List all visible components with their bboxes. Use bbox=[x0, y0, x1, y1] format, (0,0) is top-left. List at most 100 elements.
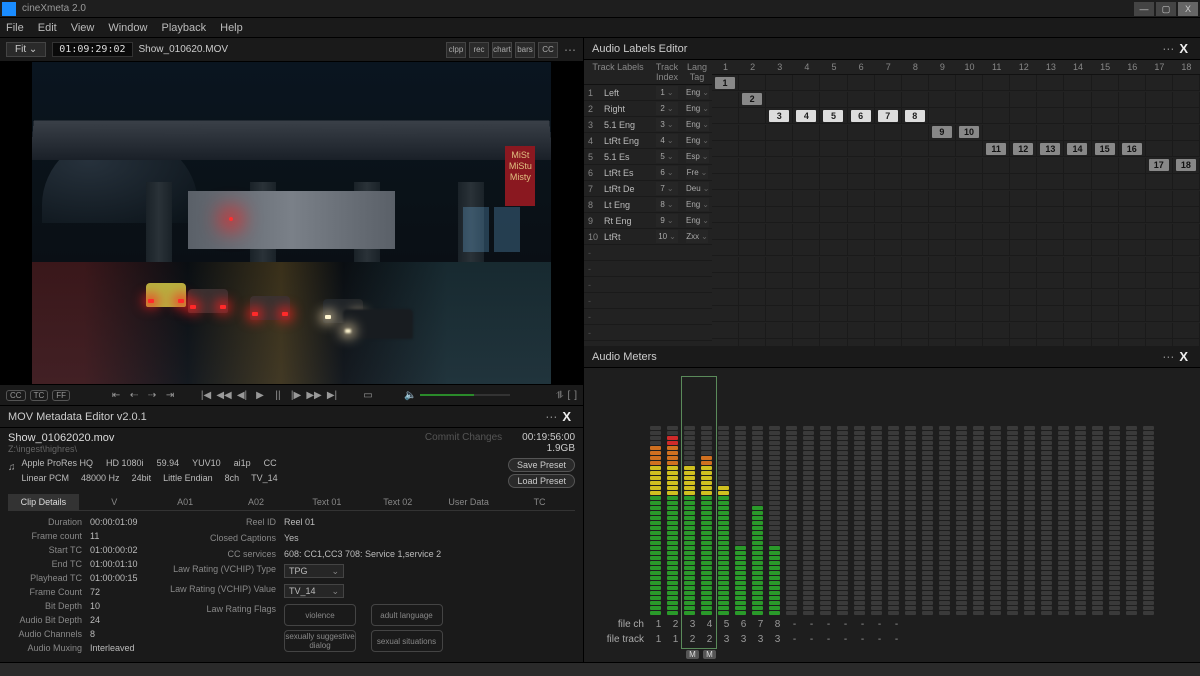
channel-cell[interactable] bbox=[739, 158, 766, 174]
channel-cell[interactable] bbox=[1146, 92, 1173, 108]
channel-cell[interactable] bbox=[1092, 290, 1119, 306]
channel-cell[interactable] bbox=[766, 125, 793, 141]
channel-cell[interactable] bbox=[1010, 224, 1037, 240]
commit-button[interactable]: Commit Changes bbox=[425, 432, 502, 443]
channel-cell[interactable] bbox=[1037, 191, 1064, 207]
rating-flag-sexual-situations[interactable]: sexual situations bbox=[371, 630, 443, 652]
transport-btn-2[interactable]: ⇢ bbox=[144, 388, 160, 402]
channel-cell[interactable] bbox=[902, 306, 929, 322]
metadata-more-button[interactable]: ⋯ bbox=[545, 410, 558, 424]
channel-cell[interactable] bbox=[983, 224, 1010, 240]
channel-cell[interactable] bbox=[902, 273, 929, 289]
channel-cell[interactable]: 5 bbox=[820, 108, 847, 124]
track-label[interactable]: Lt Eng bbox=[604, 200, 630, 210]
channel-cell[interactable] bbox=[929, 174, 956, 190]
channel-cell[interactable] bbox=[902, 224, 929, 240]
track-lang-dropdown[interactable]: Eng bbox=[686, 214, 709, 227]
channel-cell[interactable] bbox=[1037, 158, 1064, 174]
bracket-in-icon[interactable]: [ bbox=[567, 390, 570, 401]
audio-labels-close-button[interactable]: X bbox=[1175, 41, 1192, 56]
channel-cell[interactable] bbox=[1119, 158, 1146, 174]
channel-cell[interactable] bbox=[1119, 125, 1146, 141]
channel-cell[interactable] bbox=[1010, 158, 1037, 174]
channel-cell[interactable] bbox=[956, 108, 983, 124]
channel-cell[interactable] bbox=[1173, 92, 1200, 108]
channel-cell[interactable] bbox=[793, 207, 820, 223]
tc-badge[interactable]: TC bbox=[30, 390, 49, 401]
mute-button[interactable]: M bbox=[703, 650, 716, 659]
channel-cell[interactable]: 4 bbox=[793, 108, 820, 124]
channel-cell[interactable] bbox=[902, 257, 929, 273]
meta-tab-a01[interactable]: A01 bbox=[150, 494, 221, 510]
channel-cell[interactable] bbox=[1092, 339, 1119, 346]
channel-cell[interactable] bbox=[1146, 257, 1173, 273]
channel-cell[interactable] bbox=[739, 290, 766, 306]
channel-cell[interactable]: 13 bbox=[1037, 141, 1064, 157]
channel-cell[interactable] bbox=[875, 273, 902, 289]
channel-cell[interactable] bbox=[1010, 273, 1037, 289]
channel-cell[interactable] bbox=[820, 323, 847, 339]
channel-cell[interactable] bbox=[793, 224, 820, 240]
channel-cell[interactable] bbox=[793, 158, 820, 174]
channel-cell[interactable] bbox=[739, 108, 766, 124]
cc-badge[interactable]: CC bbox=[6, 390, 26, 401]
channel-cell[interactable] bbox=[739, 75, 766, 91]
channel-cell[interactable] bbox=[820, 306, 847, 322]
channel-cell[interactable] bbox=[766, 339, 793, 346]
channel-cell[interactable]: 1 bbox=[712, 75, 739, 91]
channel-cell[interactable] bbox=[1092, 174, 1119, 190]
channel-cell[interactable] bbox=[956, 273, 983, 289]
channel-cell[interactable]: 3 bbox=[766, 108, 793, 124]
channel-cell[interactable] bbox=[1037, 125, 1064, 141]
menu-view[interactable]: View bbox=[71, 22, 95, 34]
channel-cell[interactable] bbox=[1010, 306, 1037, 322]
channel-cell[interactable] bbox=[1092, 240, 1119, 256]
channel-cell[interactable] bbox=[1173, 273, 1200, 289]
channel-cell[interactable] bbox=[956, 174, 983, 190]
channel-cell[interactable] bbox=[902, 290, 929, 306]
channel-cell[interactable] bbox=[766, 323, 793, 339]
channel-cell[interactable] bbox=[766, 273, 793, 289]
channel-cell[interactable] bbox=[766, 92, 793, 108]
channel-cell[interactable] bbox=[875, 224, 902, 240]
track-label[interactable]: Right bbox=[604, 104, 625, 114]
channel-cell[interactable]: 2 bbox=[739, 92, 766, 108]
channel-cell[interactable]: 8 bbox=[902, 108, 929, 124]
channel-cell[interactable] bbox=[739, 273, 766, 289]
channel-cell[interactable] bbox=[766, 141, 793, 157]
channel-cell[interactable] bbox=[983, 306, 1010, 322]
channel-cell[interactable] bbox=[1064, 306, 1091, 322]
anchor-icon[interactable]: ⥮ bbox=[556, 390, 563, 401]
audio-meters-more-button[interactable]: ⋯ bbox=[1162, 350, 1175, 364]
channel-cell[interactable] bbox=[1010, 174, 1037, 190]
channel-cell[interactable] bbox=[1173, 174, 1200, 190]
channel-cell[interactable] bbox=[1146, 174, 1173, 190]
transport-btn-0[interactable]: ⇤ bbox=[108, 388, 124, 402]
bracket-out-icon[interactable]: ] bbox=[574, 390, 577, 401]
channel-cell[interactable] bbox=[1037, 224, 1064, 240]
channel-cell[interactable] bbox=[956, 207, 983, 223]
track-lang-dropdown[interactable]: Eng bbox=[686, 198, 709, 211]
channel-cell[interactable] bbox=[793, 240, 820, 256]
channel-cell[interactable] bbox=[929, 273, 956, 289]
channel-cell[interactable]: 15 bbox=[1092, 141, 1119, 157]
channel-cell[interactable] bbox=[875, 207, 902, 223]
channel-cell[interactable] bbox=[1119, 191, 1146, 207]
track-lang-dropdown[interactable]: Eng bbox=[686, 134, 709, 147]
channel-cell[interactable] bbox=[1010, 125, 1037, 141]
channel-cell[interactable] bbox=[1146, 290, 1173, 306]
channel-cell[interactable] bbox=[766, 75, 793, 91]
channel-cell[interactable] bbox=[875, 339, 902, 346]
transport-btn-12[interactable]: ▶| bbox=[324, 388, 340, 402]
channel-cell[interactable] bbox=[820, 191, 847, 207]
channel-cell[interactable] bbox=[1010, 240, 1037, 256]
track-label[interactable]: 5.1 Eng bbox=[604, 120, 635, 130]
track-label[interactable]: Left bbox=[604, 88, 619, 98]
rating-flag-sexually-suggestive-dialog[interactable]: sexually suggestive dialog bbox=[284, 630, 356, 652]
channel-cell[interactable] bbox=[1092, 92, 1119, 108]
channel-cell[interactable] bbox=[1146, 240, 1173, 256]
channel-cell[interactable] bbox=[1064, 108, 1091, 124]
channel-cell[interactable] bbox=[820, 240, 847, 256]
channel-cell[interactable] bbox=[820, 273, 847, 289]
channel-cell[interactable] bbox=[1092, 224, 1119, 240]
